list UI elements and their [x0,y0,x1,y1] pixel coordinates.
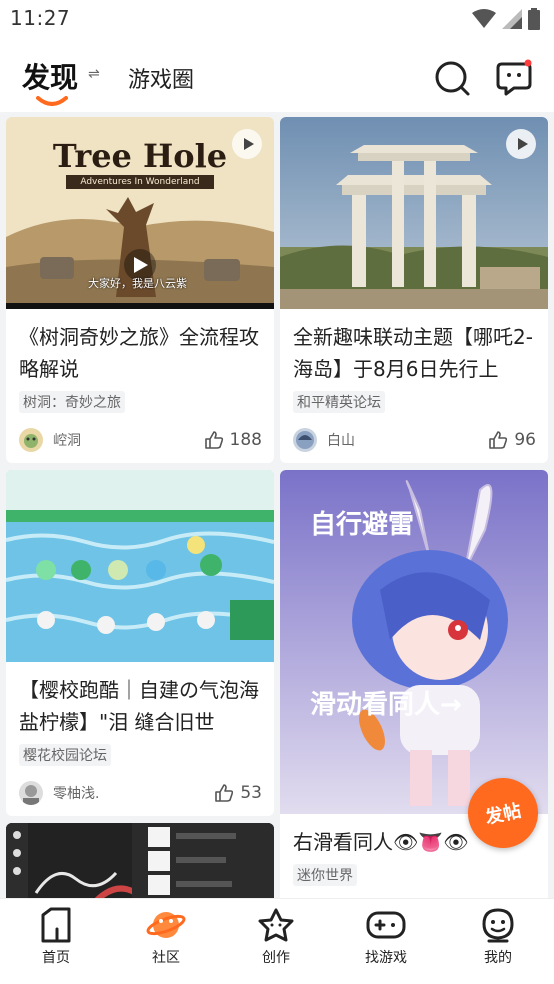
home-icon [41,907,71,943]
nav-create[interactable]: 创作 [236,907,316,967]
tab-discover-label: 发现 [22,61,79,94]
swap-icon[interactable]: ⇌ [88,66,100,82]
active-tab-underline-icon [36,96,68,106]
post-card[interactable]: 全新趣味联动主题【哪吒2-海岛】于8月6日先行上 和平精英论坛 白山 96 [280,117,548,463]
post-meta: 白山 96 [293,427,536,453]
nav-profile-label: 我的 [484,950,512,966]
signal-icon [502,9,522,29]
thumbs-up-icon [489,431,508,449]
thumbs-up-icon [204,431,223,449]
status-time: 11:27 [10,6,71,30]
like-count: 188 [229,430,262,450]
bubble-pool-illustration [6,470,274,662]
planet-icon [146,912,186,938]
forum-tag[interactable]: 樱花校园论坛 [19,744,111,766]
play-icon [232,129,262,159]
post-title[interactable]: 全新趣味联动主题【哪吒2-海岛】于8月6日先行上 [280,309,548,385]
post-thumbnail[interactable]: Tree Hole Adventures In Wonderland 大家好，我… [6,117,274,309]
nav-create-label: 创作 [262,950,290,966]
post-card[interactable] [6,823,274,898]
nav-community-label: 社区 [152,950,180,966]
author-name[interactable]: 零柚浅. [53,783,214,803]
post-thumbnail[interactable] [280,117,548,309]
post-card[interactable]: Tree Hole Adventures In Wonderland 大家好，我… [6,117,274,463]
thumbnail-subtitle: Adventures In Wonderland [66,175,214,189]
nav-community[interactable]: 社区 [126,907,206,967]
like-button[interactable]: 53 [214,783,262,803]
star-icon [258,908,294,942]
bottom-navigation: 首页 社区 创作 找游戏 我的 [0,898,554,984]
post-title[interactable]: 《树洞奇妙之旅》全流程攻略解说 [6,309,274,385]
thumbnail-swipe-text: 滑动看同人→ [310,690,462,720]
status-icons [472,8,540,30]
message-icon[interactable] [494,58,534,98]
wifi-icon [472,9,496,28]
gamepad-icon [366,911,406,939]
search-icon[interactable] [432,58,472,98]
status-bar: 11:27 [0,0,554,40]
nav-find-games[interactable]: 找游戏 [346,907,426,967]
profile-face-icon [482,908,514,943]
top-header: 发现 ⇌ 游戏圈 [0,40,554,112]
tab-discover[interactable]: 发现 [22,56,79,106]
forum-tag[interactable]: 和平精英论坛 [293,391,385,413]
post-meta: 零柚浅. 53 [19,780,262,806]
post-thumbnail[interactable] [6,823,274,898]
post-thumbnail[interactable]: 自行避雷 滑动看同人→ [280,470,548,814]
forum-tag[interactable]: 树洞：奇妙之旅 [19,391,125,413]
battery-icon [528,8,540,30]
nav-find-games-label: 找游戏 [365,950,407,966]
like-count: 96 [514,430,536,450]
like-button[interactable]: 188 [204,430,262,450]
thumbnail-caption: 大家好，我是八云紫 [88,277,187,290]
thumbs-up-icon [215,784,234,802]
play-icon [506,129,536,159]
content-feed[interactable]: Tree Hole Adventures In Wonderland 大家好，我… [0,112,554,898]
nav-home[interactable]: 首页 [16,907,96,967]
like-count: 53 [240,783,262,803]
post-fab-label: 发帖 [483,800,524,829]
drawing-app-illustration [6,823,274,898]
post-meta: 崆洞 188 [19,427,262,453]
forum-tag[interactable]: 迷你世界 [293,864,357,886]
nav-profile[interactable]: 我的 [458,907,538,967]
thumbnail-warning-text: 自行避雷 [310,510,415,540]
post-card[interactable]: 【樱校跑酷｜自建の气泡海盐柠檬】"泪 缝合旧世 樱花校园论坛 零柚浅. 53 [6,470,274,816]
tab-game-circle[interactable]: 游戏圈 [128,62,194,94]
post-thumbnail[interactable] [6,470,274,662]
avatar[interactable] [293,428,317,452]
author-name[interactable]: 崆洞 [53,430,204,450]
like-button[interactable]: 96 [488,430,536,450]
post-title[interactable]: 【樱校跑酷｜自建の气泡海盐柠檬】"泪 缝合旧世 [6,662,274,738]
avatar[interactable] [19,781,43,805]
author-name[interactable]: 白山 [327,430,488,450]
nav-home-label: 首页 [42,950,70,966]
avatar[interactable] [19,428,43,452]
